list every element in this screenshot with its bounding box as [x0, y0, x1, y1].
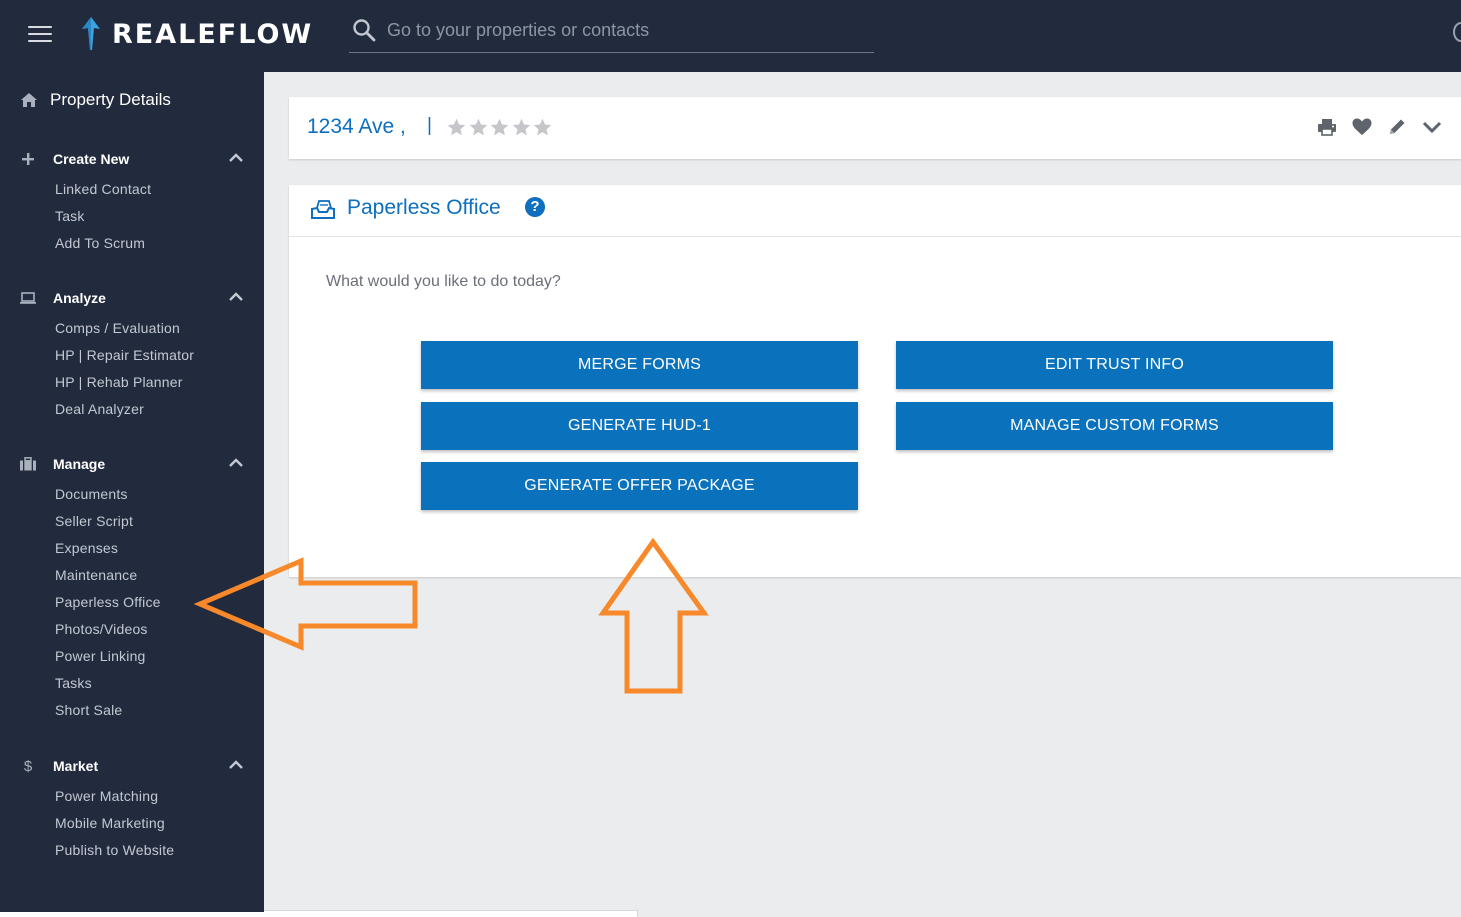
property-toolbar [1303, 116, 1443, 138]
brand-name: REALEFLOW [112, 18, 314, 50]
sidebar-item-deal-analyzer[interactable]: Deal Analyzer [0, 396, 264, 423]
sidebar-section-market: $ Market Power Matching Mobile Marketing… [0, 755, 264, 864]
paperless-question: What would you like to do today? [326, 273, 561, 290]
manage-custom-forms-button[interactable]: MANAGE CUSTOM FORMS [896, 402, 1333, 450]
sidebar-head-manage[interactable]: Manage [0, 453, 264, 475]
property-header-card: 1234 Ave , | [289, 97, 1461, 159]
chevron-up-icon[interactable] [229, 292, 243, 302]
star-rating[interactable] [446, 117, 554, 138]
sidebar-item-power-matching[interactable]: Power Matching [0, 783, 264, 810]
help-icon[interactable]: ? [525, 197, 545, 217]
dollar-icon: $ [23, 757, 33, 775]
sidebar-item-publish-to-website[interactable]: Publish to Website [0, 837, 264, 864]
bottom-strip [264, 910, 638, 917]
chevron-up-icon[interactable] [229, 760, 243, 770]
sidebar-head-create-new[interactable]: Create New [0, 148, 264, 170]
property-address[interactable]: 1234 Ave , [307, 115, 406, 139]
paperless-office-title: Paperless Office [347, 196, 501, 219]
annotation-up-arrow-icon [598, 537, 709, 694]
star-icon[interactable] [468, 117, 489, 138]
search-icon [353, 19, 376, 42]
sidebar-item-linked-contact[interactable]: Linked Contact [0, 176, 264, 203]
star-icon[interactable] [511, 117, 532, 138]
paperless-office-header: Paperless Office ? [289, 185, 1461, 237]
sidebar-item-rehab-planner[interactable]: HP | Rehab Planner [0, 369, 264, 396]
sidebar-head-market[interactable]: $ Market [0, 755, 264, 777]
sidebar-head-analyze[interactable]: Analyze [0, 287, 264, 309]
sidebar-item-repair-estimator[interactable]: HP | Repair Estimator [0, 342, 264, 369]
star-icon[interactable] [489, 117, 510, 138]
sidebar-item-comps-evaluation[interactable]: Comps / Evaluation [0, 315, 264, 342]
sidebar-item-tasks[interactable]: Tasks [0, 670, 264, 697]
brand-logo[interactable]: REALEFLOW [78, 16, 313, 52]
heart-icon[interactable] [1351, 116, 1373, 138]
chevron-up-icon[interactable] [229, 153, 243, 163]
sidebar-item-seller-script[interactable]: Seller Script [0, 508, 264, 535]
plus-icon [20, 151, 36, 167]
merge-forms-button[interactable]: MERGE FORMS [421, 341, 858, 389]
sidebar-item-documents[interactable]: Documents [0, 481, 264, 508]
briefcase-icon [20, 456, 36, 472]
hamburger-menu-icon[interactable] [28, 26, 52, 44]
sidebar-section-analyze: Analyze Comps / Evaluation HP | Repair E… [0, 287, 264, 423]
user-avatar-icon[interactable] [1453, 22, 1461, 42]
sidebar-bottom-edge [0, 912, 264, 917]
chevron-down-icon[interactable] [1421, 116, 1443, 138]
sidebar-item-mobile-marketing[interactable]: Mobile Marketing [0, 810, 264, 837]
annotation-left-arrow-icon [193, 557, 418, 651]
sidebar-section-create-new: Create New Linked Contact Task Add To Sc… [0, 148, 264, 257]
chevron-up-icon[interactable] [229, 458, 243, 468]
logo-mark-icon [82, 17, 100, 50]
search-bar [349, 12, 874, 53]
sidebar-item-short-sale[interactable]: Short Sale [0, 697, 264, 724]
sidebar-item-task[interactable]: Task [0, 203, 264, 230]
address-separator: | [427, 115, 432, 136]
document-tray-icon [311, 200, 335, 219]
sidebar: Property Details Create New Linked Conta… [0, 72, 264, 912]
top-bar: REALEFLOW [0, 0, 1461, 72]
print-icon[interactable] [1316, 116, 1338, 138]
home-icon [21, 93, 37, 107]
star-icon[interactable] [532, 117, 553, 138]
sidebar-title[interactable]: Property Details [20, 90, 171, 110]
generate-offer-package-button[interactable]: GENERATE OFFER PACKAGE [421, 462, 858, 510]
laptop-icon [20, 290, 36, 306]
search-input[interactable] [387, 16, 867, 44]
edit-trust-info-button[interactable]: EDIT TRUST INFO [896, 341, 1333, 389]
paperless-office-card: Paperless Office ? What would you like t… [289, 185, 1461, 577]
pencil-icon[interactable] [1386, 116, 1408, 138]
star-icon[interactable] [446, 117, 467, 138]
sidebar-item-add-to-scrum[interactable]: Add To Scrum [0, 230, 264, 257]
generate-hud1-button[interactable]: GENERATE HUD-1 [421, 402, 858, 450]
